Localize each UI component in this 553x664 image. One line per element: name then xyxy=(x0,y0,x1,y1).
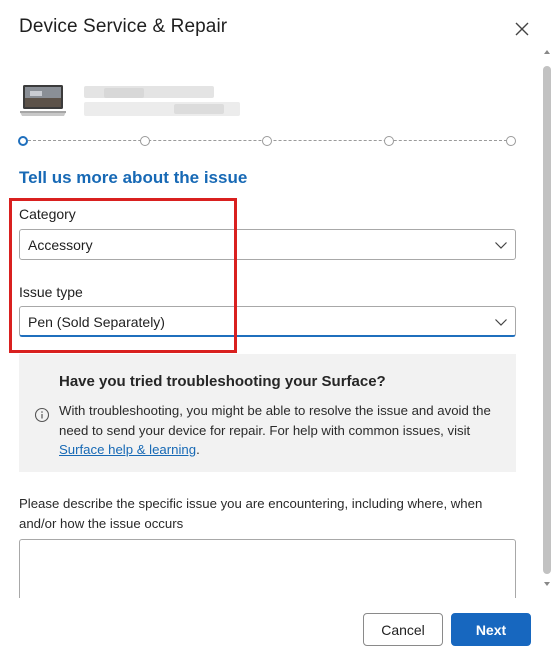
device-name-redacted xyxy=(84,84,260,120)
info-body: With troubleshooting, you might be able … xyxy=(59,401,509,460)
issue-type-select[interactable]: Pen (Sold Separately) xyxy=(19,306,516,337)
chevron-down-icon xyxy=(495,242,507,249)
describe-issue-textarea[interactable] xyxy=(19,539,516,598)
chevron-down-icon xyxy=(495,319,507,326)
troubleshooting-info-box: Have you tried troubleshooting your Surf… xyxy=(19,354,516,472)
next-button[interactable]: Next xyxy=(451,613,531,646)
step-4-dot xyxy=(384,136,394,146)
scrollbar[interactable] xyxy=(541,44,553,596)
section-heading: Tell us more about the issue xyxy=(19,168,248,187)
close-icon xyxy=(515,22,529,36)
step-3-dot xyxy=(262,136,272,146)
laptop-icon xyxy=(20,85,66,116)
dialog-content: Tell us more about the issue Category Ac… xyxy=(0,60,541,598)
scroll-down-arrow-icon[interactable] xyxy=(543,580,551,588)
info-body-text: With troubleshooting, you might be able … xyxy=(59,403,491,438)
close-button[interactable] xyxy=(510,17,534,41)
category-select[interactable]: Accessory xyxy=(19,229,516,260)
describe-issue-label: Please describe the specific issue you a… xyxy=(19,496,483,531)
step-2-dot xyxy=(140,136,150,146)
scroll-up-arrow-icon[interactable] xyxy=(543,48,551,56)
progress-stepper xyxy=(18,134,518,148)
category-value: Accessory xyxy=(28,237,93,253)
step-5-dot xyxy=(506,136,516,146)
issue-type-label: Issue type xyxy=(19,284,83,300)
step-1-dot xyxy=(18,136,28,146)
info-body-end: . xyxy=(196,442,200,457)
info-title: Have you tried troubleshooting your Surf… xyxy=(59,373,386,390)
cancel-button[interactable]: Cancel xyxy=(363,613,443,646)
info-icon xyxy=(34,407,50,423)
surface-help-link[interactable]: Surface help & learning xyxy=(59,442,196,457)
issue-type-value: Pen (Sold Separately) xyxy=(28,314,165,330)
category-label: Category xyxy=(19,206,76,222)
dialog-title: Device Service & Repair xyxy=(19,16,228,37)
device-row xyxy=(20,82,260,122)
scrollbar-thumb[interactable] xyxy=(543,66,551,574)
